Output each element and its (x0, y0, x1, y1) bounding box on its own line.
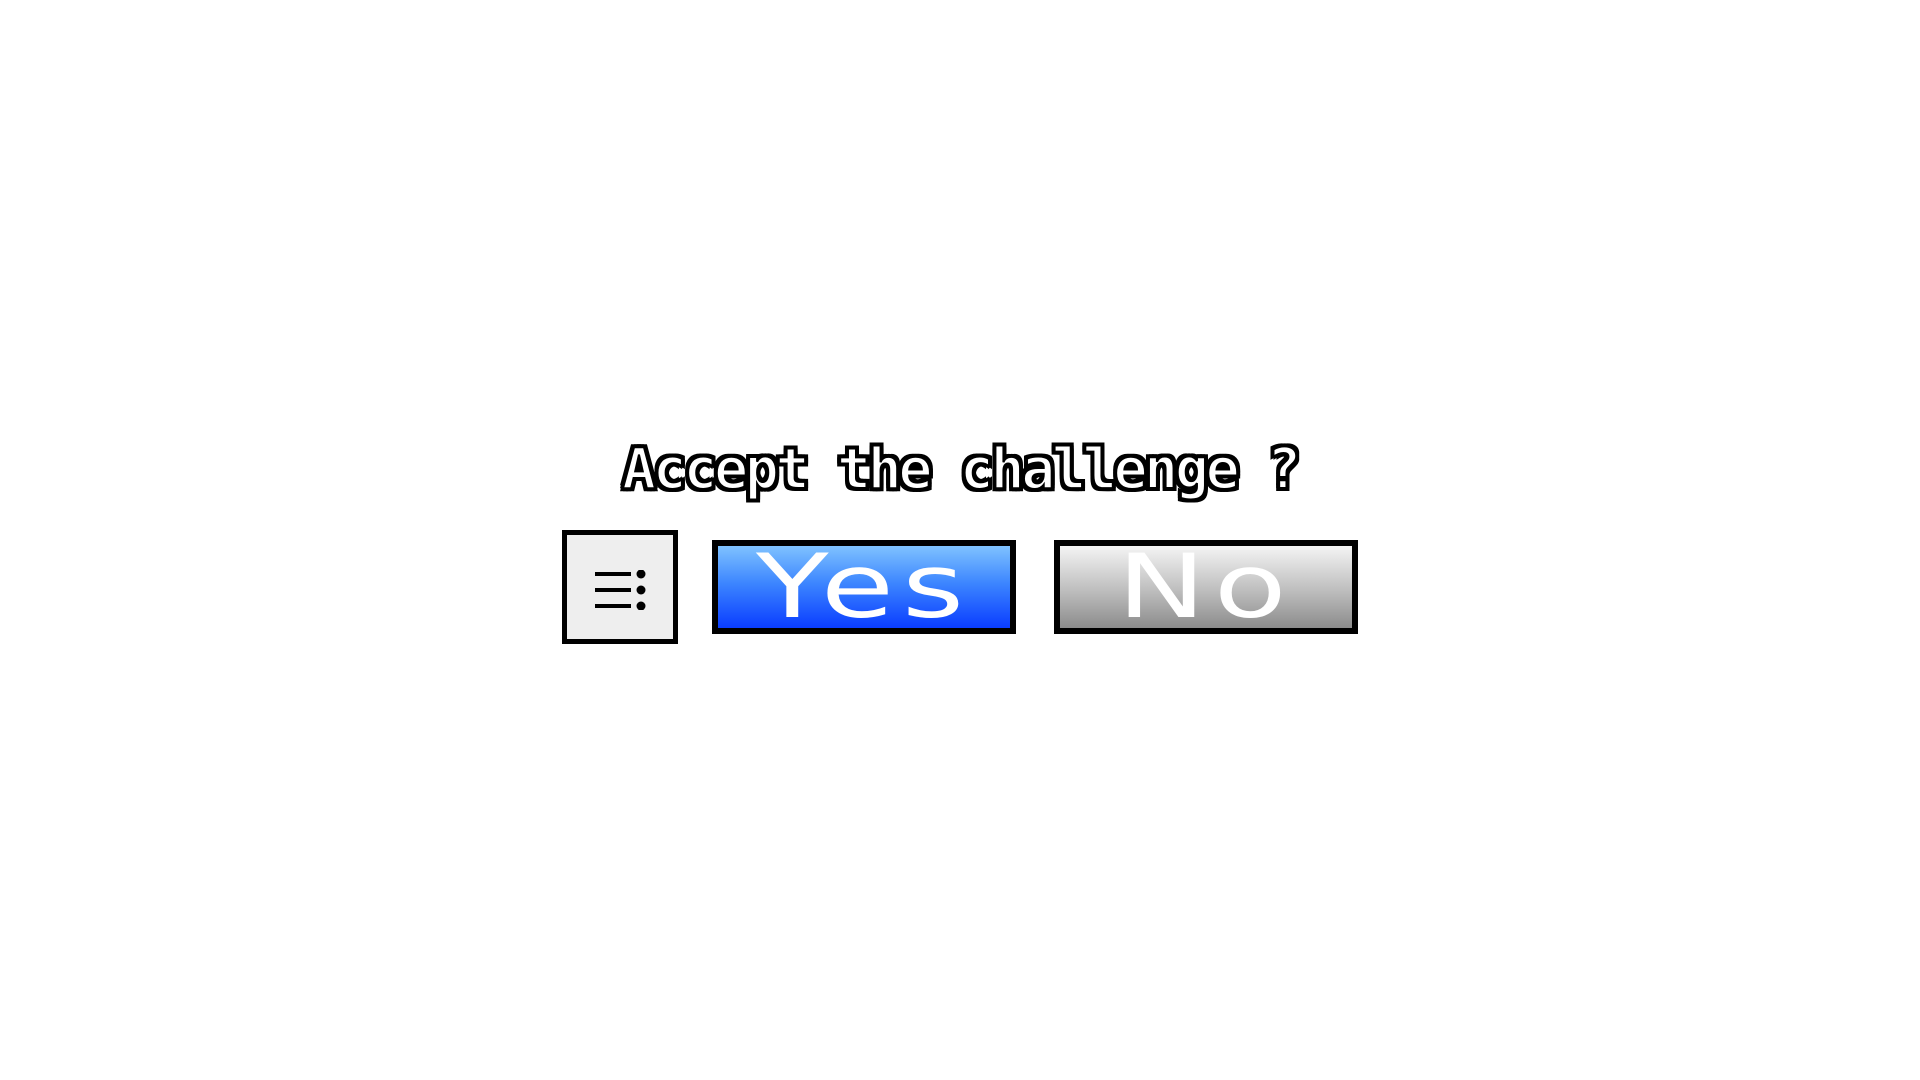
no-button-label: No (1117, 540, 1295, 634)
menu-list-icon (595, 570, 646, 610)
yes-button[interactable]: Yes (712, 540, 1016, 634)
menu-button[interactable] (562, 530, 678, 644)
no-button[interactable]: No (1054, 540, 1358, 634)
challenge-dialog: Accept the challenge ? Yes No (0, 0, 1920, 1080)
question-heading: Accept the challenge ? (621, 436, 1302, 503)
yes-button-label: Yes (755, 540, 973, 634)
